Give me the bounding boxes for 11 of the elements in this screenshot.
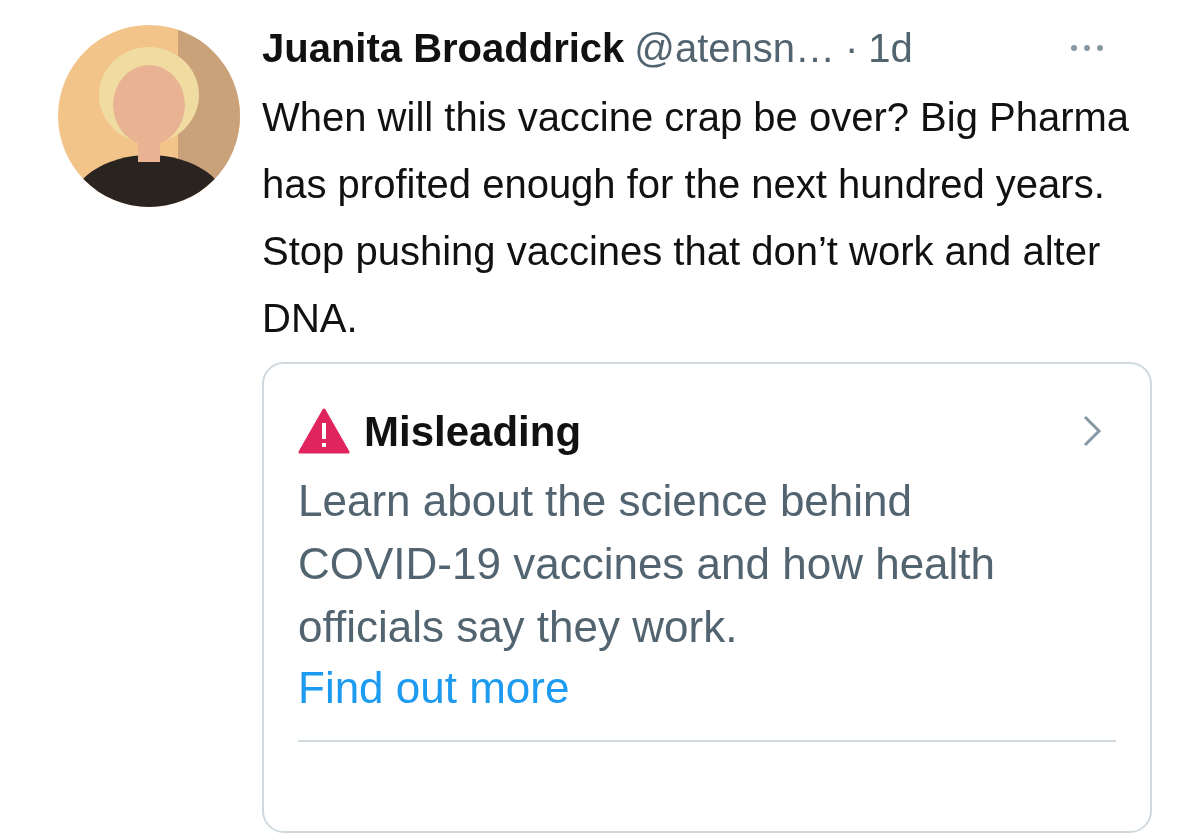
tweet-text: When will this vaccine crap be over? Big Pharma has profited enough for the next hundred years. Stop pushing vaccines that don’t work and alter DNA. [262,93,1131,342]
separator: · [845,28,859,69]
notice-text: Learn about the science behind COVID-19 vaccines and how health officials say they work. [298,474,997,653]
notice-title: Misleading [364,406,582,457]
author-name[interactable]: Juanita Broaddrick [262,28,625,69]
more-icon[interactable] [1070,44,1104,53]
author-handle: @atensn… [634,28,836,69]
notice-card[interactable]: Misleading Learn about the science behind COVID-19 vaccines and how health officials say they work. Find out more [262,361,1152,833]
timestamp: 1d [868,28,913,69]
chevron-icon [1082,414,1102,449]
warning-icon [298,408,350,455]
